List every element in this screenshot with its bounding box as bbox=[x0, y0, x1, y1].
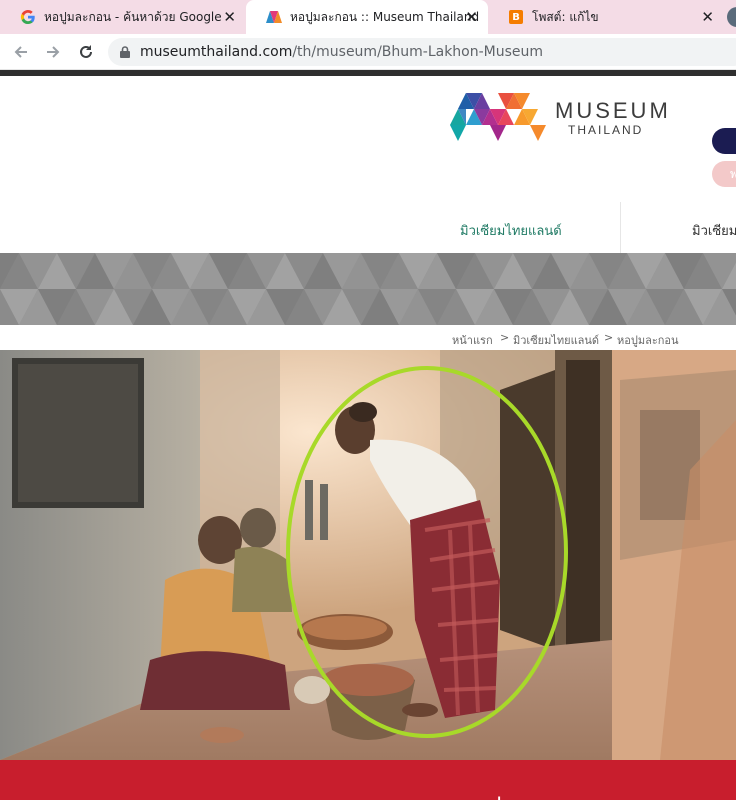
nav-item-museum-thailand[interactable]: มิวเซียมไทยแลนด์ bbox=[460, 220, 562, 241]
browser-toolbar: museumthailand.com/th/museum/Bhum-Lakhon… bbox=[0, 34, 736, 70]
header-button-pink[interactable]: พ bbox=[712, 161, 736, 187]
url-path: /th/museum/Bhum-Lakhon-Museum bbox=[292, 44, 544, 60]
breadcrumb-museum-thailand[interactable]: มิวเซียมไทยแลนด์ bbox=[513, 331, 599, 347]
back-icon[interactable] bbox=[10, 41, 32, 63]
url-text: museumthailand.com/th/museum/Bhum-Lakhon… bbox=[140, 44, 543, 60]
tab-google-search[interactable]: หอปูมละกอน - ค้นหาด้วย Google ✕ bbox=[0, 0, 246, 34]
museum-title: หอปูมละกอน bbox=[456, 786, 590, 800]
lock-icon[interactable] bbox=[120, 43, 130, 62]
nav-divider bbox=[620, 202, 621, 253]
logo-word-thailand: THAILAND bbox=[568, 123, 644, 137]
nav-item-museum[interactable]: มิวเซียม bbox=[692, 220, 736, 241]
reload-icon[interactable] bbox=[75, 41, 97, 63]
logo-word-museum: MUSEUM bbox=[555, 98, 671, 123]
tab-blogger-edit[interactable]: B โพสต์: แก้ไข ✕ bbox=[488, 0, 724, 34]
url-host: museumthailand.com bbox=[140, 44, 293, 60]
profile-avatar[interactable] bbox=[727, 7, 736, 27]
close-tab-icon[interactable]: ✕ bbox=[465, 8, 478, 26]
museum-thailand-icon bbox=[266, 9, 282, 25]
breadcrumb-separator: > bbox=[604, 331, 614, 344]
tab-title: หอปูมละกอน :: Museum Thailand bbox=[290, 9, 480, 24]
museum-thailand-logo-icon[interactable] bbox=[450, 93, 546, 143]
google-icon bbox=[20, 9, 36, 25]
forward-icon[interactable] bbox=[42, 41, 64, 63]
tab-title: โพสต์: แก้ไข bbox=[532, 9, 599, 24]
close-tab-icon[interactable]: ✕ bbox=[223, 8, 236, 26]
header-button-dark[interactable] bbox=[712, 128, 736, 154]
close-tab-icon[interactable]: ✕ bbox=[701, 8, 714, 26]
decorative-pattern-banner bbox=[0, 253, 736, 325]
breadcrumb-separator: > bbox=[500, 331, 510, 344]
breadcrumb-home[interactable]: หน้าแรก bbox=[452, 331, 493, 347]
breadcrumb-current: หอปูมละกอน bbox=[617, 334, 679, 347]
tab-title: หอปูมละกอน - ค้นหาด้วย Google bbox=[44, 9, 222, 24]
tab-museum-thailand[interactable]: หอปูมละกอน :: Museum Thailand ✕ bbox=[246, 0, 488, 34]
browser-tab-strip: หอปูมละกอน - ค้นหาด้วย Google ✕ หอปูมละก… bbox=[0, 0, 736, 34]
museum-title-bar: หอปูมละกอน bbox=[0, 760, 736, 800]
address-bar[interactable]: museumthailand.com/th/museum/Bhum-Lakhon… bbox=[108, 38, 736, 66]
blogger-icon: B bbox=[508, 9, 524, 25]
hero-museum-photo bbox=[0, 350, 736, 760]
main-navigation: มิวเซียมไทยแลนด์ มิวเซียม bbox=[0, 202, 736, 253]
page-top-border bbox=[0, 70, 736, 76]
